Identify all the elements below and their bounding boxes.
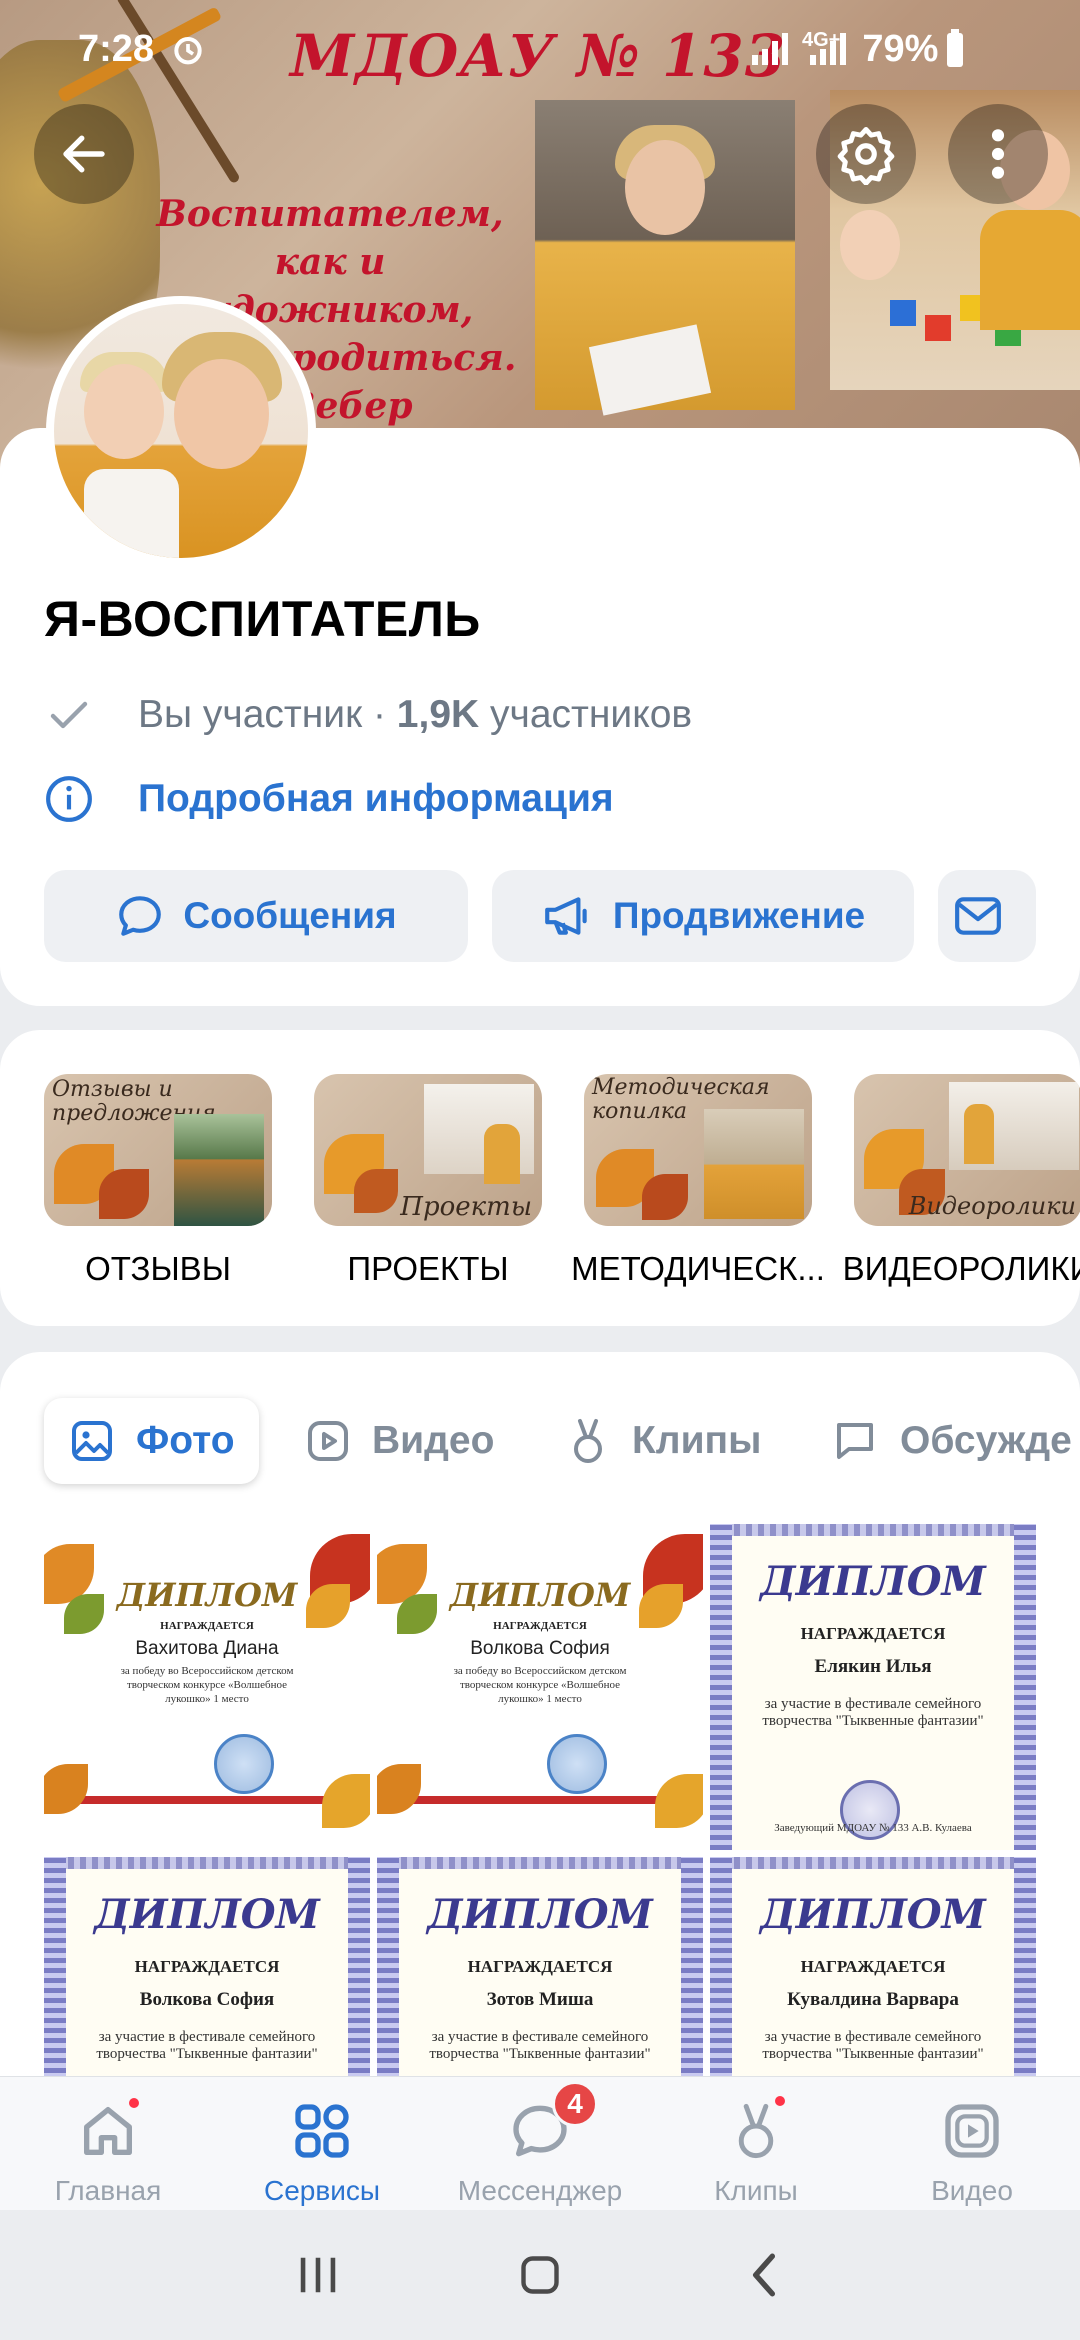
messages-button[interactable]: Сообщения [44, 870, 468, 962]
tab-photo[interactable]: Фото [44, 1398, 259, 1484]
more-vertical-icon [991, 129, 1005, 179]
notification-dot [126, 2095, 142, 2111]
group-name: Я-ВОСПИТАТЕЛЬ [44, 591, 481, 647]
tab-clips[interactable]: Клипы [564, 1398, 761, 1484]
album-item[interactable]: Методическая копилка МЕТОДИЧЕСК... [571, 1074, 825, 1288]
check-icon [50, 701, 88, 729]
promotion-button[interactable]: Продвижение [492, 870, 914, 962]
signal-icon [752, 33, 788, 65]
photo-icon [72, 1421, 112, 1461]
album-cover: Видеоролики [854, 1074, 1080, 1226]
discussion-icon [837, 1423, 873, 1459]
cover-photo-teacher [535, 100, 795, 416]
nav-clips[interactable]: Клипы [656, 2093, 856, 2207]
tab-label: Клипы [632, 1419, 762, 1462]
member-status-text: Вы участник · 1,9K участников [138, 693, 693, 736]
photo-thumbnail[interactable]: ДИПЛОМ НАГРАЖДАЕТСЯ Волкова София за поб… [377, 1524, 703, 1850]
system-navigation-bar [0, 2210, 1080, 2340]
settings-button[interactable] [816, 104, 916, 204]
video-icon [308, 1421, 348, 1461]
envelope-icon [955, 897, 1001, 935]
messages-label: Сообщения [183, 895, 397, 936]
more-button[interactable] [948, 104, 1048, 204]
unread-badge: 4 [552, 2081, 598, 2127]
album-item[interactable]: Проекты ПРОЕКТЫ [314, 1074, 542, 1288]
recent-apps-icon [300, 2257, 336, 2293]
details-link[interactable]: Подробная информация [138, 777, 614, 821]
album-label: МЕТОДИЧЕСК... [571, 1250, 825, 1287]
nav-messenger[interactable]: 4 Мессенджер [440, 2081, 640, 2207]
arrow-left-icon [63, 135, 105, 173]
album-label: ОТЗЫВЫ [85, 1250, 231, 1287]
bottom-navigation: Главная Сервисы 4 Мессенджер Клипы Видео [0, 2076, 1080, 2210]
nav-home[interactable]: Главная [8, 2095, 208, 2207]
signal-icon-2 [810, 33, 847, 65]
nav-label: Главная [54, 2175, 162, 2206]
member-status-row[interactable]: Вы участник · 1,9K участников [44, 690, 692, 740]
recent-apps-button[interactable] [278, 2245, 358, 2305]
photo-thumbnail[interactable]: ДИПЛОМ НАГРАЖДАЕТСЯ Вахитова Диана за по… [44, 1524, 370, 1850]
photo-thumbnail[interactable]: ДИПЛОМ НАГРАЖДАЕТСЯ Елякин Илья за участ… [710, 1524, 1036, 1850]
status-indicators: 4G+ 79% [752, 14, 966, 84]
album-cover: Методическая копилка [584, 1074, 812, 1226]
album-cover: Проекты [314, 1074, 542, 1226]
albums-section: Отзывы и предложения ОТЗЫВЫ Проекты ПРОЕ… [0, 1030, 1080, 1326]
album-cover: Отзывы и предложения [44, 1074, 272, 1226]
nav-video[interactable]: Видео [872, 2095, 1072, 2207]
square-home-icon [521, 2256, 559, 2294]
services-icon [295, 2104, 349, 2158]
group-avatar[interactable] [46, 296, 316, 566]
album-label: ВИДЕОРОЛИКИ [842, 1250, 1080, 1287]
promotion-label: Продвижение [612, 895, 866, 936]
video-icon [945, 2104, 999, 2158]
gear-icon [837, 127, 895, 185]
alarm-icon [174, 37, 202, 65]
chevron-left-icon [752, 2253, 776, 2297]
home-system-button[interactable] [500, 2245, 580, 2305]
megaphone-icon [545, 897, 587, 935]
nav-label: Видео [931, 2175, 1013, 2206]
album-item[interactable]: Отзывы и предложения ОТЗЫВЫ [44, 1074, 272, 1288]
album-label: ПРОЕКТЫ [347, 1250, 509, 1287]
tab-label: Видео [372, 1419, 495, 1462]
nav-services[interactable]: Сервисы [222, 2095, 422, 2207]
tab-video[interactable]: Видео [304, 1398, 494, 1484]
tab-label: Обсужде [900, 1419, 1072, 1462]
battery-icon [947, 29, 964, 67]
system-back-button[interactable] [724, 2245, 804, 2305]
tab-label: Фото [136, 1419, 235, 1462]
nav-label: Сервисы [263, 2175, 380, 2206]
nav-label: Клипы [714, 2175, 798, 2206]
details-row[interactable]: Подробная информация [44, 774, 614, 824]
mail-button[interactable] [938, 870, 1036, 962]
chat-bubble-icon [119, 896, 162, 936]
nav-label: Мессенджер [457, 2175, 623, 2206]
status-time: 7:28 [78, 14, 208, 84]
album-item[interactable]: Видеоролики ВИДЕОРОЛИКИ [843, 1074, 1080, 1288]
cover-title: МДОАУ № 133 [290, 22, 787, 90]
clips-icon [574, 1419, 602, 1463]
notification-dot [772, 2093, 788, 2109]
info-icon [46, 776, 92, 822]
back-button[interactable] [34, 104, 134, 204]
tab-discussions[interactable]: Обсужде [830, 1398, 1072, 1484]
